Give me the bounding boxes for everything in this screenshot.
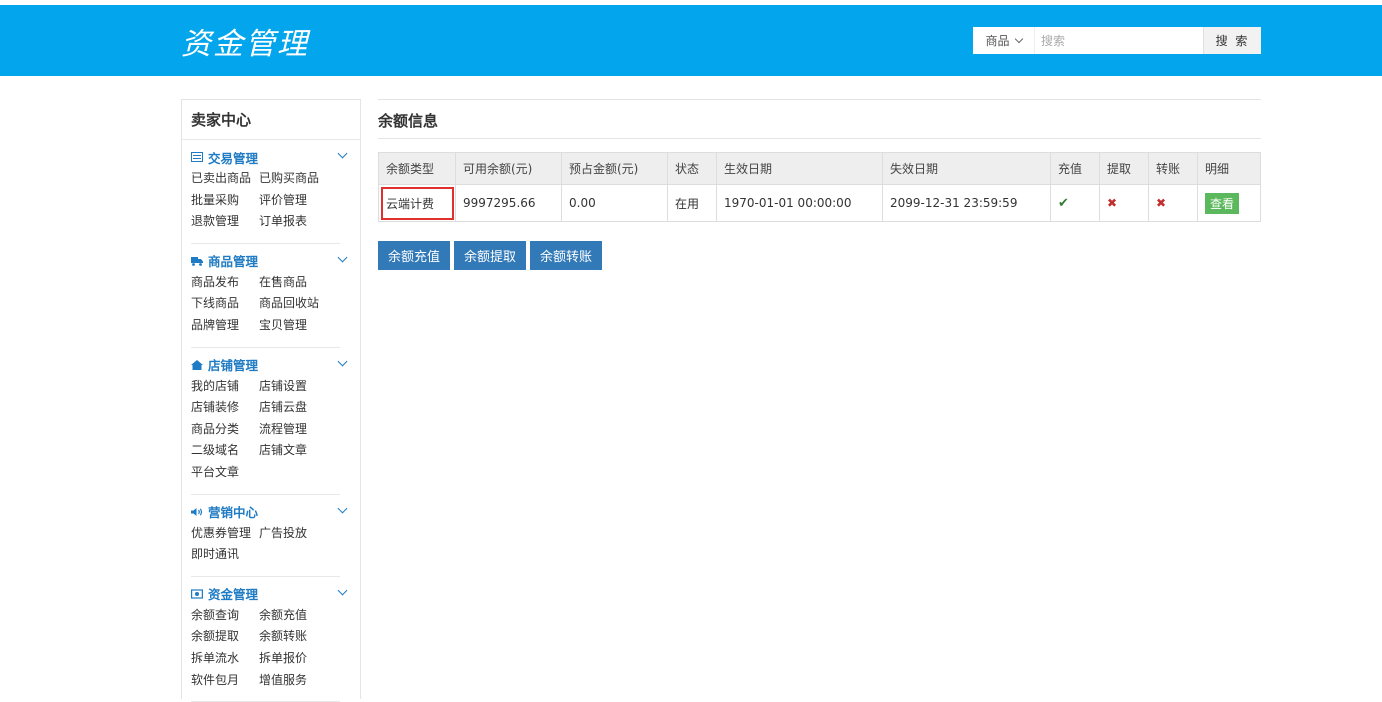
logo: 资金管理	[181, 27, 309, 62]
sidebar-link[interactable]: 批量采购	[191, 190, 259, 212]
column-header: 转账	[1148, 152, 1198, 185]
sidebar-link[interactable]: 在售商品	[259, 272, 327, 294]
group-header[interactable]: 商品管理	[191, 252, 348, 270]
chevron-down-icon[interactable]	[337, 503, 348, 513]
sidebar-group-goods: 商品管理 商品发布 在售商品 下线商品 商品回收站 品牌管理 宝贝管理	[191, 244, 348, 348]
sidebar-link[interactable]: 广告投放	[259, 523, 327, 545]
search-input[interactable]	[1035, 27, 1203, 54]
start-date-cell: 1970-01-01 00:00:00	[716, 184, 883, 222]
sidebar-link[interactable]: 已购买商品	[259, 168, 327, 190]
group-header[interactable]: 资金管理	[191, 585, 348, 603]
search-category-label: 商品	[985, 34, 1010, 48]
sidebar-link[interactable]: 拆单报价	[259, 648, 327, 670]
sidebar-link[interactable]: 宝贝管理	[259, 315, 327, 337]
sidebar-link[interactable]: 流程管理	[259, 419, 327, 441]
column-header: 生效日期	[716, 152, 883, 185]
column-header: 状态	[667, 152, 717, 185]
group-title: 商品管理	[208, 254, 259, 270]
group-title: 交易管理	[208, 150, 259, 166]
detail-cell: 查看	[1197, 184, 1261, 222]
chevron-down-icon[interactable]	[337, 356, 348, 367]
chevron-down-icon[interactable]	[337, 252, 348, 263]
recharge-cell: ✔	[1050, 184, 1100, 222]
chevron-down-icon	[1014, 34, 1023, 44]
check-icon: ✔	[1058, 195, 1069, 211]
sidebar-link[interactable]: 我的店铺	[191, 376, 259, 398]
cross-icon: ✖	[1107, 196, 1118, 210]
sidebar-link[interactable]: 余额提取	[191, 626, 259, 648]
search-button[interactable]: 搜 索	[1203, 27, 1261, 54]
search-bar: 商品 搜 索	[973, 27, 1261, 54]
search-category-select[interactable]: 商品	[973, 27, 1035, 54]
list-icon	[191, 152, 203, 162]
column-header: 失效日期	[882, 152, 1051, 185]
group-header[interactable]: 交易管理	[191, 148, 348, 166]
top-header: 资金管理 商品 搜 索	[0, 5, 1382, 76]
sidebar-group-marketing: 营销中心 优惠券管理 广告投放 即时通讯	[191, 495, 348, 577]
sidebar-group-shop: 店铺管理 我的店铺 店铺设置 店铺装修 店铺云盘 商品分类 流程管理 二级域名 …	[191, 348, 348, 495]
transfer-cell: ✖	[1148, 184, 1198, 222]
sidebar-link[interactable]: 优惠券管理	[191, 523, 259, 545]
sidebar-link[interactable]: 评价管理	[259, 190, 327, 212]
sidebar-link[interactable]: 退款管理	[191, 211, 259, 233]
transfer-button[interactable]: 余额转账	[530, 241, 603, 270]
available-balance-cell: 9997295.66	[455, 184, 562, 222]
sidebar-link[interactable]: 软件包月	[191, 670, 259, 692]
sidebar-link[interactable]: 已卖出商品	[191, 168, 259, 190]
sidebar-link[interactable]: 拆单流水	[191, 648, 259, 670]
recharge-button[interactable]: 余额充值	[378, 241, 451, 270]
sidebar-link[interactable]: 品牌管理	[191, 315, 259, 337]
balance-table: 余额类型 可用余额(元) 预占金额(元) 状态 生效日期 失效日期 充值 提取 …	[378, 152, 1261, 222]
balance-type-cell: 云端计费	[378, 184, 456, 222]
sidebar-group-funds: 资金管理 余额查询 余额充值 余额提取 余额转账 拆单流水 拆单报价 软件包月 …	[191, 577, 348, 702]
sidebar-link[interactable]: 商品回收站	[259, 293, 327, 315]
sidebar-link[interactable]: 订单报表	[259, 211, 327, 233]
sidebar-title: 卖家中心	[182, 100, 360, 140]
sidebar-link[interactable]: 余额查询	[191, 605, 259, 627]
chevron-down-icon[interactable]	[337, 585, 348, 596]
sidebar-group-trade: 交易管理 已卖出商品 已购买商品 批量采购 评价管理 退款管理 订单报表	[191, 140, 348, 244]
withdraw-button[interactable]: 余额提取	[454, 241, 527, 270]
page-title: 余额信息	[378, 100, 1261, 139]
sidebar-link[interactable]: 余额转账	[259, 626, 327, 648]
sidebar-link[interactable]: 即时通讯	[191, 544, 259, 566]
group-title: 店铺管理	[208, 358, 259, 374]
volume-icon	[191, 507, 203, 516]
group-title: 资金管理	[208, 587, 259, 603]
reserved-amount-cell: 0.00	[561, 184, 668, 222]
column-header: 预占金额(元)	[561, 152, 668, 185]
group-header[interactable]: 营销中心	[191, 503, 348, 521]
home-icon	[191, 359, 203, 370]
cross-icon: ✖	[1156, 196, 1167, 210]
group-header[interactable]: 店铺管理	[191, 356, 348, 374]
column-header: 充值	[1050, 152, 1100, 185]
column-header: 余额类型	[378, 152, 456, 185]
main-content: 余额信息 余额类型 可用余额(元) 预占金额(元) 状态 生效日期 失效日期 充…	[378, 99, 1261, 270]
withdraw-cell: ✖	[1099, 184, 1149, 222]
action-buttons: 余额充值 余额提取 余额转账	[378, 241, 1261, 270]
sidebar-link[interactable]: 增值服务	[259, 670, 327, 692]
end-date-cell: 2099-12-31 23:59:59	[882, 184, 1051, 222]
status-cell: 在用	[667, 184, 717, 222]
sidebar: 卖家中心 交易管理 已卖出商品 已购买商品 批量采购 评价管理 退款管理 订单报…	[181, 99, 361, 702]
sidebar-link[interactable]: 下线商品	[191, 293, 259, 315]
column-header: 明细	[1197, 152, 1261, 185]
money-icon	[191, 589, 203, 599]
truck-icon	[191, 256, 203, 266]
sidebar-link[interactable]: 店铺装修	[191, 397, 259, 419]
group-title: 营销中心	[208, 505, 259, 521]
sidebar-link[interactable]: 店铺云盘	[259, 397, 327, 419]
column-header: 提取	[1099, 152, 1149, 185]
table-row: 云端计费 9997295.66 0.00 在用 1970-01-01 00:00…	[378, 184, 1261, 222]
sidebar-link[interactable]: 商品发布	[191, 272, 259, 294]
sidebar-link[interactable]: 商品分类	[191, 419, 259, 441]
column-header: 可用余额(元)	[455, 152, 562, 185]
sidebar-link[interactable]: 店铺文章	[259, 440, 327, 462]
sidebar-link[interactable]: 店铺设置	[259, 376, 327, 398]
sidebar-link[interactable]: 平台文章	[191, 462, 259, 484]
sidebar-link[interactable]: 余额充值	[259, 605, 327, 627]
sidebar-link[interactable]: 二级域名	[191, 440, 259, 462]
chevron-down-icon[interactable]	[337, 148, 348, 159]
view-detail-button[interactable]: 查看	[1205, 192, 1240, 214]
